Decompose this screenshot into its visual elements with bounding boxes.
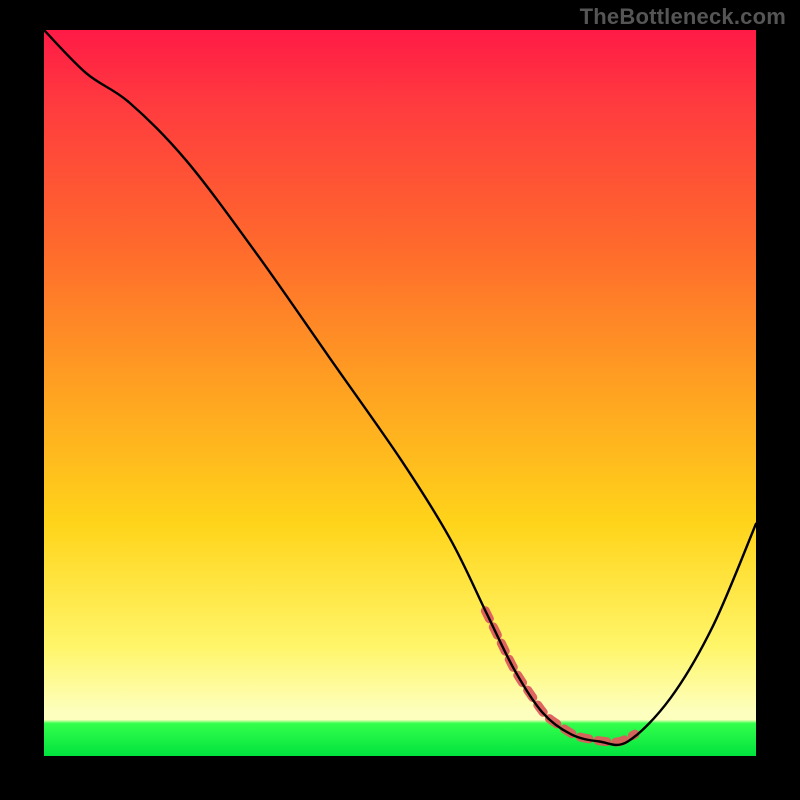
watermark-label: TheBottleneck.com bbox=[580, 4, 786, 30]
bottleneck-curve bbox=[44, 30, 756, 745]
chart-frame: TheBottleneck.com bbox=[0, 0, 800, 800]
curve-layer bbox=[44, 30, 756, 756]
valley-highlight bbox=[485, 611, 635, 742]
plot-area bbox=[44, 30, 756, 756]
